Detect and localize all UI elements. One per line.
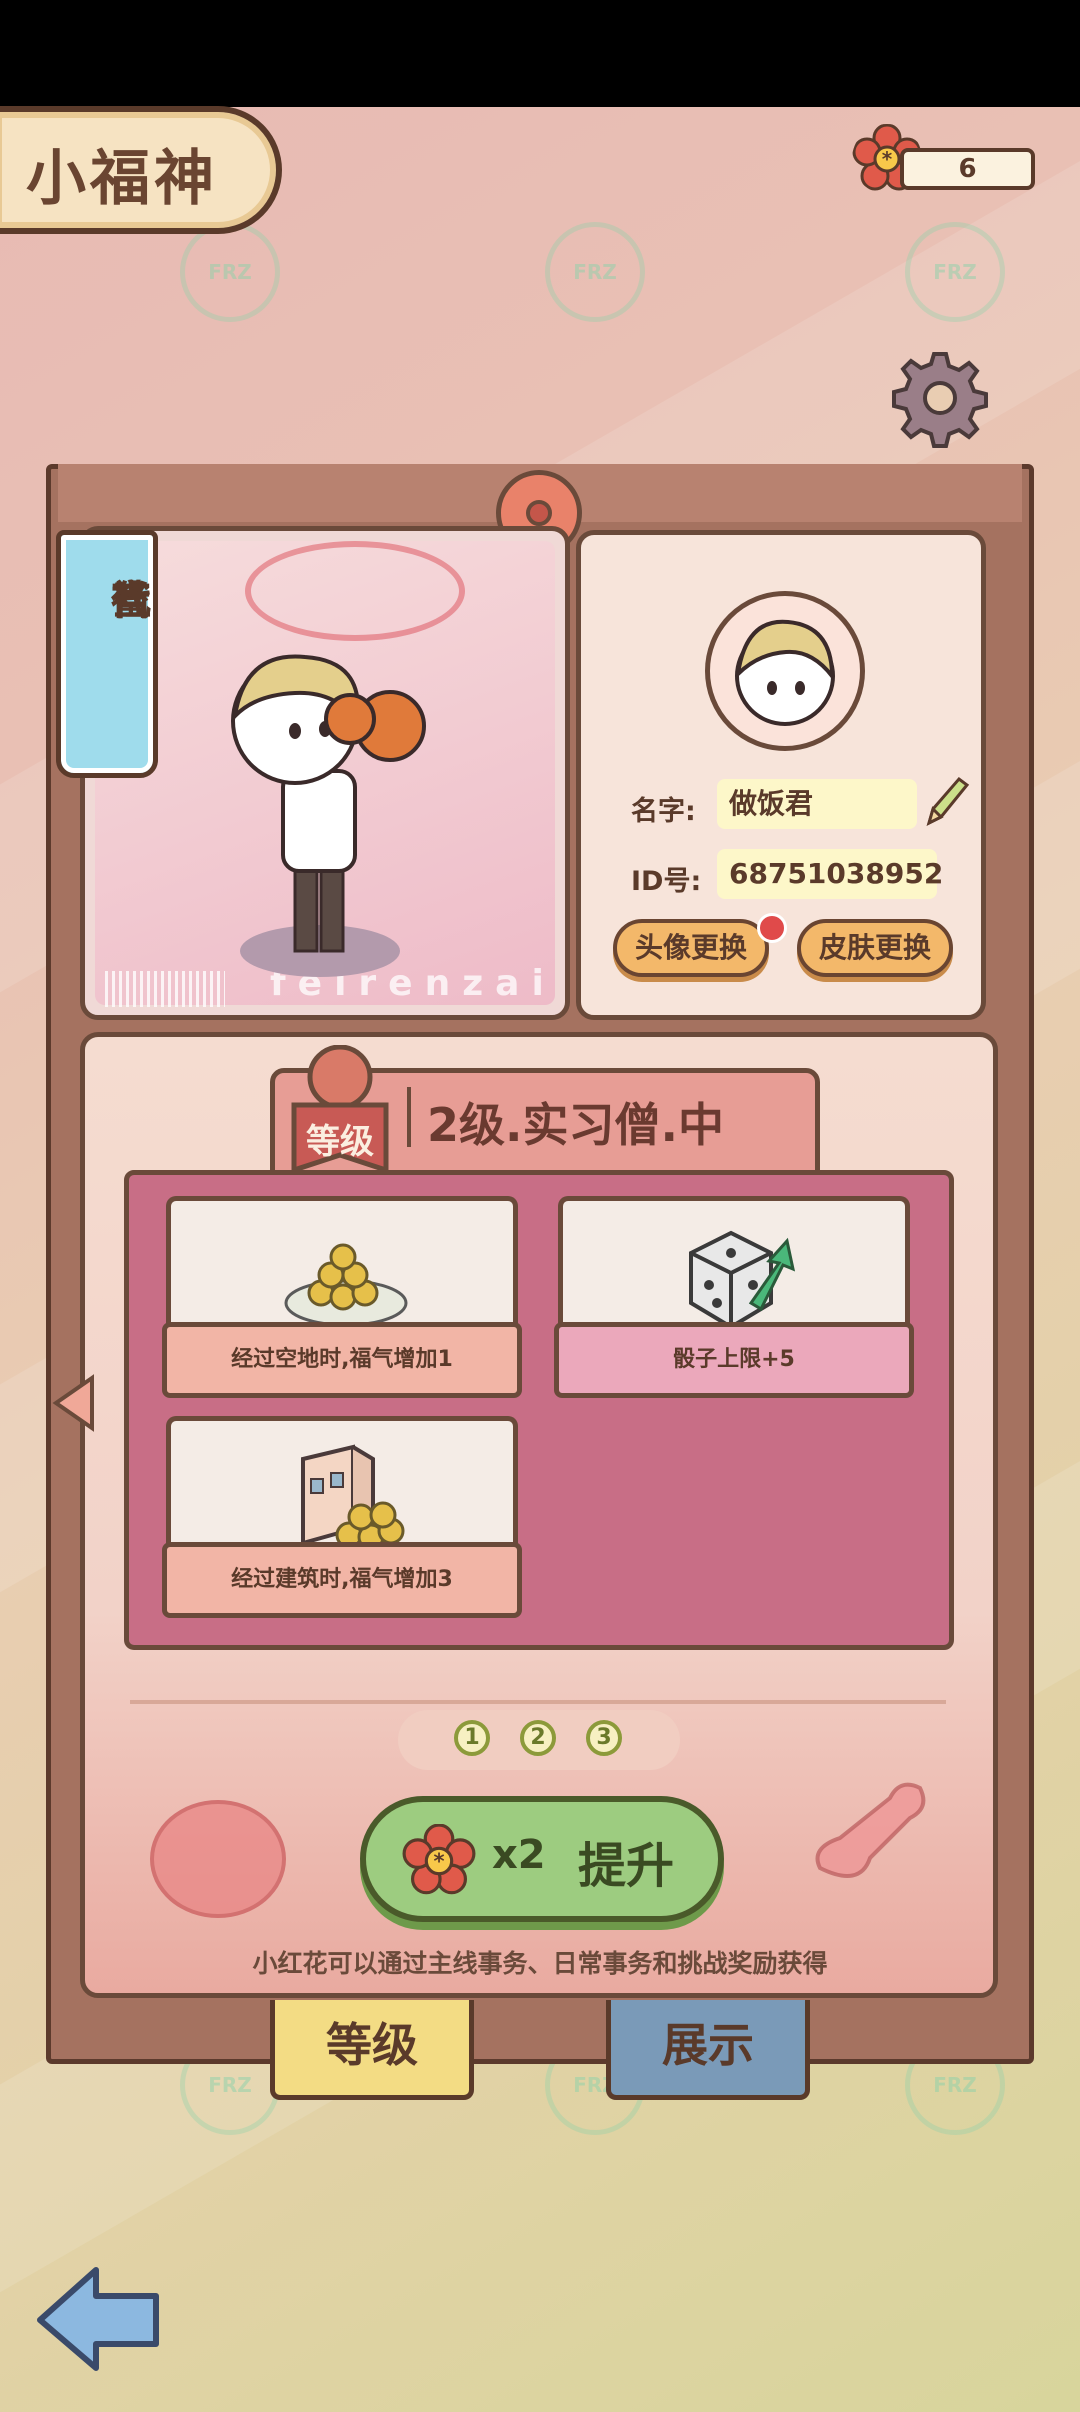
divider [130,1700,946,1704]
skin-change-button[interactable]: 皮肤更换 [797,919,953,977]
building-coins-icon [301,1444,405,1551]
flower-hint-text: 小红花可以通过主线事务、日常事务和挑战奖励获得 [252,1949,828,1978]
name-label: 名字: [631,796,696,827]
id-field: 68751038952 [717,849,943,899]
upgrade-button[interactable]: * x2 提升 [360,1796,724,1922]
prev-page-arrow-icon[interactable] [52,1374,96,1432]
status-bar [0,0,1080,107]
coin-pile-icon [284,1243,408,1327]
page-dot-2[interactable]: 2 [520,1720,556,1756]
tab-display[interactable]: 展示 [606,2000,810,2100]
page-dot-1[interactable]: 1 [454,1720,490,1756]
page-title: 小福神 [26,144,218,214]
character-avatar [231,654,426,977]
pencil-edit-icon[interactable] [921,773,971,831]
page-indicator: 1 2 3 [398,1710,680,1770]
id-label: ID号: [631,866,702,897]
page-dot-3[interactable]: 3 [586,1720,622,1756]
svg-text:*: * [882,147,893,171]
perk-card: 经过空地时,福气增加1 [162,1196,522,1402]
info-card: 名字: 做饭君 ID号: 68751038952 头像更换 皮肤更换 [576,530,986,1020]
back-arrow-icon[interactable] [34,2262,164,2372]
wax-seal-icon [150,1800,286,1918]
watermark-stamp-icon: FRZ [545,222,645,322]
notification-dot [757,913,787,943]
avatar-change-button[interactable]: 头像更换 [613,919,769,977]
tab-level[interactable]: 等级 [270,2000,474,2100]
flower-counter: 6 [900,148,1035,190]
perk-text: 经过空地时,福气增加1 [162,1322,522,1398]
watermark-stamp-icon: FRZ [905,222,1005,322]
rank-badge: 当代社畜 [56,530,158,778]
red-flower-icon: * [402,1824,476,1895]
page-title-plate: 小福神 [0,106,282,234]
upgrade-label: 提升 [578,1838,675,1894]
dice-upgrade-icon [689,1230,796,1330]
perk-text: 经过建筑时,福气增加3 [162,1542,522,1618]
perk-text: 骰子上限+5 [554,1322,914,1398]
gear-icon[interactable] [890,348,990,448]
level-title: 2级.实习僧.中 [427,1098,724,1152]
name-field: 做饭君 [717,779,917,829]
rubber-stamp-icon [815,1782,926,1878]
perk-card: 经过建筑时,福气增加3 [162,1416,522,1622]
profile-avatar[interactable] [705,591,865,751]
level-tag-label: 等级 [306,1122,374,1162]
perk-card: 骰子上限+5 [554,1196,914,1402]
svg-text:*: * [433,1848,444,1873]
upgrade-multiplier: x2 [492,1832,546,1878]
watermark-stamp-icon: FRZ [180,222,280,322]
